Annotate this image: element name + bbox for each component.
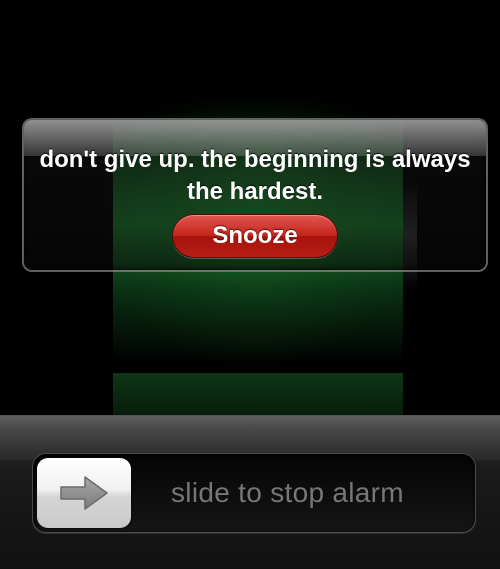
lock-bar: slide to stop alarm [0, 415, 500, 569]
right-arrow-icon [60, 476, 108, 510]
slider-knob[interactable] [37, 458, 131, 528]
alarm-alert: don't give up. the beginning is always t… [22, 118, 488, 272]
slide-to-stop-track[interactable]: slide to stop alarm [32, 453, 476, 533]
alarm-message: don't give up. the beginning is always t… [39, 146, 471, 205]
slide-to-stop-label: slide to stop alarm [171, 477, 404, 508]
snooze-button[interactable]: Snooze [172, 214, 338, 258]
